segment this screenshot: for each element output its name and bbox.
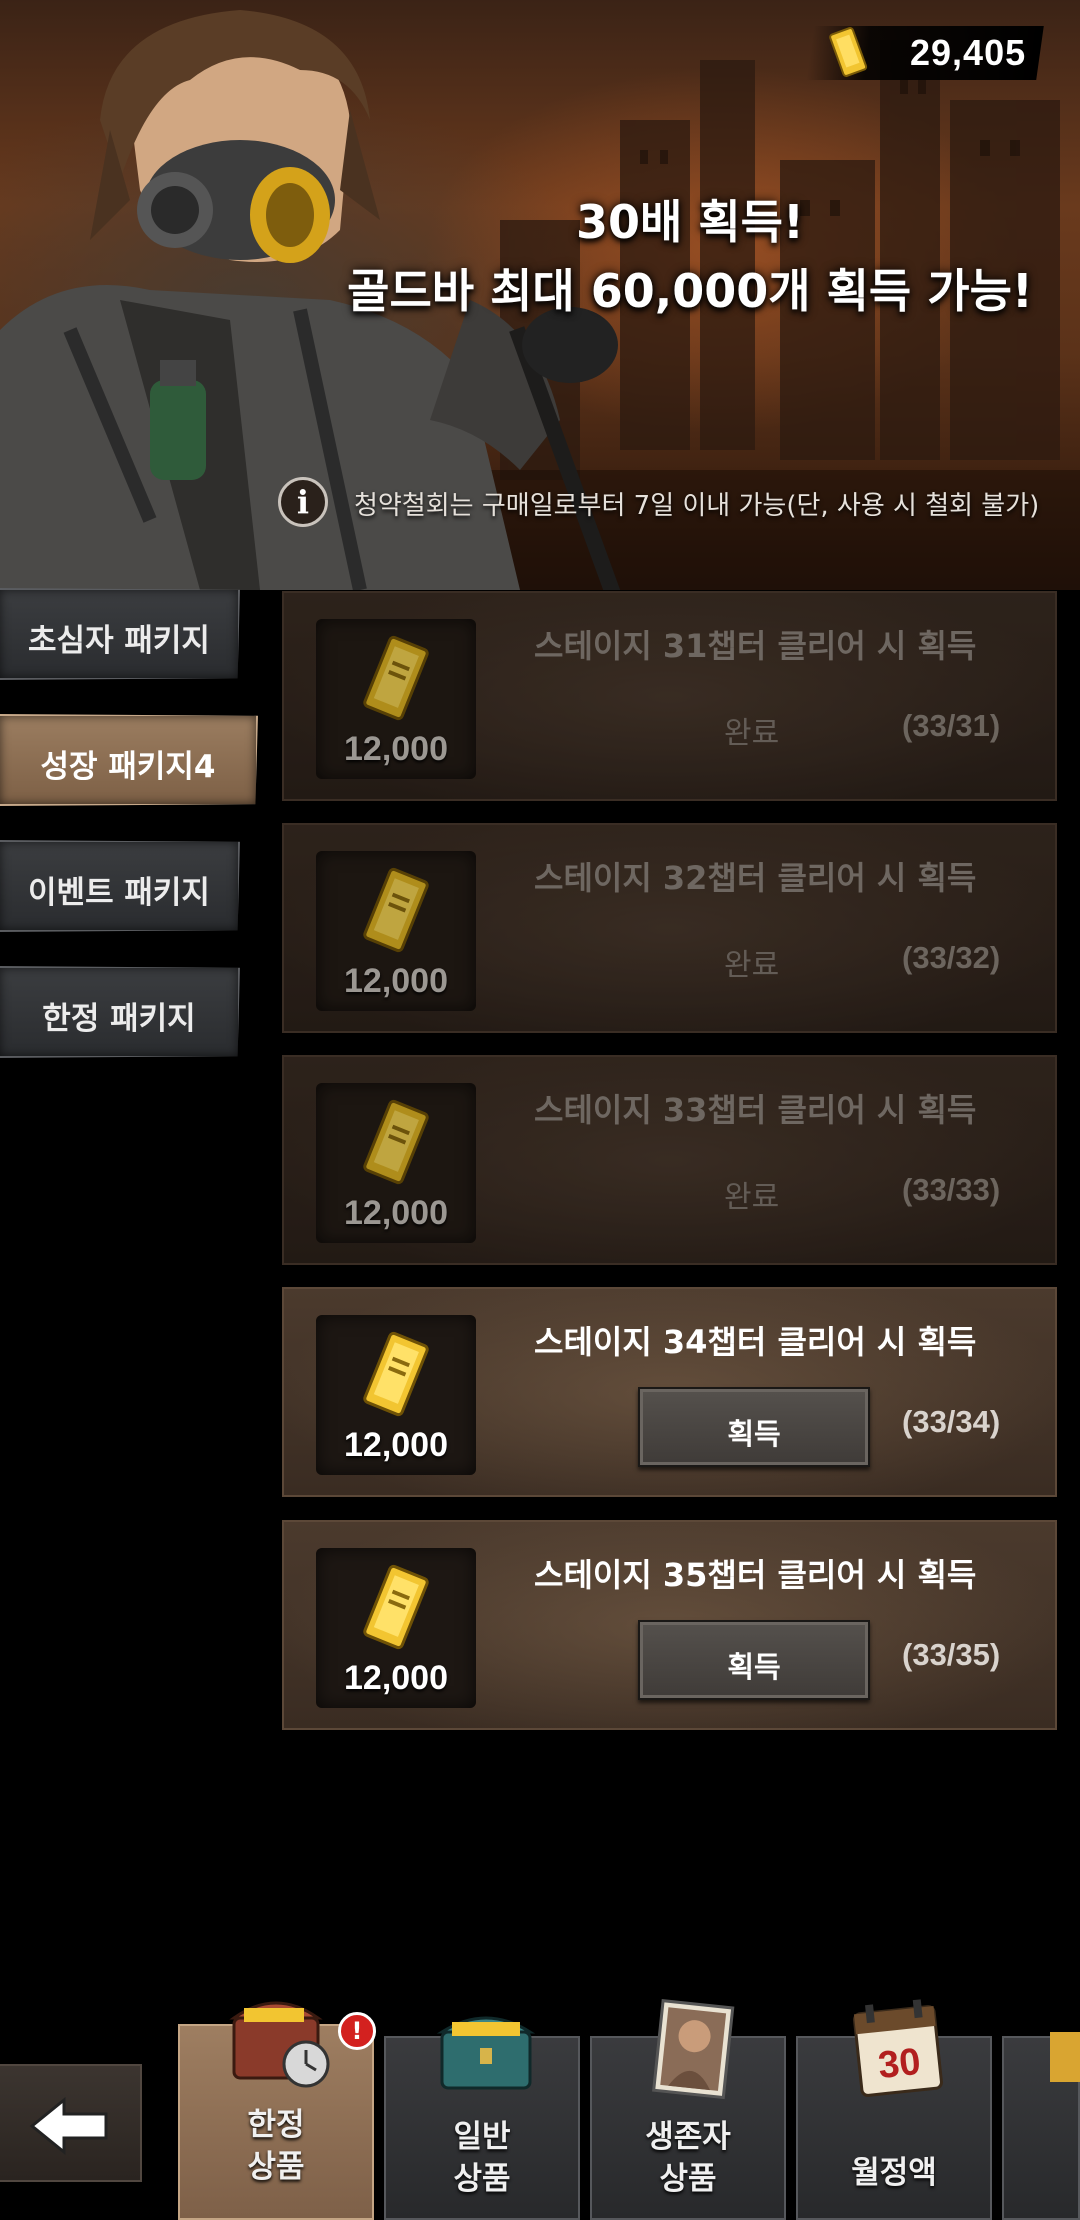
chest-icon (436, 2016, 536, 2090)
reward-progress: (33/35) (902, 1637, 1001, 1672)
reward-row: 12,000 스테이지 33챕터 클리어 시 획득 완료 (33/33) (282, 1055, 1057, 1265)
reward-row: 12,000 스테이지 32챕터 클리어 시 획득 완료 (33/32) (282, 823, 1057, 1033)
reward-row: 12,000 스테이지 31챕터 클리어 시 획득 완료 (33/31) (282, 591, 1057, 801)
nav-tab-label: 생존자 상품 (645, 2119, 731, 2197)
nav-tab-monthly-pass[interactable]: 30 월정액 (796, 1999, 992, 2220)
reward-item-tile: 12,000 (316, 1548, 476, 1708)
category-tab-growth[interactable]: 성장 패키지4 (0, 714, 258, 806)
reward-amount: 12,000 (344, 730, 448, 768)
partial-reward-icon (1050, 2032, 1080, 2082)
category-tab-event[interactable]: 이벤트 패키지 (0, 840, 240, 932)
back-arrow-icon (29, 2096, 108, 2156)
reward-row: 12,000 스테이지 34챕터 클리어 시 획득 획득 (33/34) (282, 1287, 1057, 1497)
svg-text:30: 30 (876, 2041, 922, 2087)
nav-tab-label: 한정 상품 (247, 2107, 305, 2185)
category-tab-beginner[interactable]: 초심자 패키지 (0, 588, 240, 680)
gold-balance-value: 29,405 (909, 32, 1026, 73)
claim-button-label: 획득 (727, 1417, 781, 1451)
category-tab-label: 한정 패키지 (42, 1001, 196, 1037)
calendar-30-icon: 30 (853, 1999, 943, 2097)
nav-tab-limited-goods[interactable]: ! 한정 상품 (178, 2001, 376, 2220)
info-icon[interactable]: i (278, 477, 328, 527)
promo-headline: 30배 획득! (576, 195, 804, 249)
category-tab-label: 초심자 패키지 (28, 623, 210, 659)
reward-amount: 12,000 (344, 1194, 448, 1232)
gold-bar-icon (363, 635, 429, 721)
reward-progress: (33/31) (902, 708, 1001, 743)
reward-title: 스테이지 32챕터 클리어 시 획득 (534, 859, 977, 897)
reward-item-tile: 12,000 (316, 1083, 476, 1243)
promo-subheadline: 골드바 최대 60,000개 획득 가능! (347, 264, 1033, 318)
claim-button[interactable]: 획득 (638, 1387, 870, 1467)
new-alert-badge: ! (338, 2012, 376, 2050)
reward-progress: (33/32) (902, 940, 1001, 975)
reward-amount: 12,000 (344, 1659, 448, 1697)
reward-title: 스테이지 35챕터 클리어 시 획득 (534, 1556, 977, 1594)
nav-tab-label: 일반 상품 (453, 2119, 511, 2197)
claim-button[interactable]: 획득 (638, 1620, 870, 1700)
reward-row: 12,000 스테이지 35챕터 클리어 시 획득 획득 (33/35) (282, 1520, 1057, 1730)
gold-bar-icon (363, 1564, 429, 1650)
category-tab-limited[interactable]: 한정 패키지 (0, 966, 240, 1058)
reward-progress: (33/34) (902, 1404, 1001, 1439)
reward-status-complete: 완료 (724, 1180, 780, 1215)
gold-bar-icon (829, 27, 868, 77)
reward-item-tile: 12,000 (316, 619, 476, 779)
category-tab-label: 이벤트 패키지 (28, 875, 210, 911)
back-button[interactable] (0, 2064, 142, 2182)
gold-bar-icon (363, 867, 429, 953)
reward-progress: (33/33) (902, 1172, 1001, 1207)
refund-notice: i 청약철회는 구매일로부터 7일 이내 가능(단, 사용 시 철회 불가) (278, 475, 1058, 531)
claim-button-label: 획득 (727, 1650, 781, 1684)
reward-status-complete: 완료 (724, 716, 780, 751)
gold-balance: 29,405 (806, 26, 1044, 80)
nav-tab-survivor-goods[interactable]: 생존자 상품 (590, 1999, 786, 2220)
reward-status-complete: 완료 (724, 948, 780, 983)
promo-banner: 29,405 30배 획득! 골드바 최대 60,000개 획득 가능! i 청… (0, 0, 1080, 590)
reward-amount: 12,000 (344, 1426, 448, 1464)
reward-title: 스테이지 34챕터 클리어 시 획득 (534, 1323, 977, 1361)
reward-item-tile: 12,000 (316, 1315, 476, 1475)
reward-item-tile: 12,000 (316, 851, 476, 1011)
reward-title: 스테이지 31챕터 클리어 시 획득 (534, 627, 977, 665)
nav-tab-label: 월정액 (851, 2155, 937, 2191)
gold-bar-icon (363, 1099, 429, 1185)
chest-clock-icon (229, 2001, 330, 2088)
reward-amount: 12,000 (344, 962, 448, 1000)
category-tab-label: 성장 패키지4 (40, 749, 216, 785)
refund-notice-text: 청약철회는 구매일로부터 7일 이내 가능(단, 사용 시 철회 불가) (354, 491, 1040, 521)
reward-title: 스테이지 33챕터 클리어 시 획득 (534, 1091, 977, 1129)
gold-bar-icon (363, 1331, 429, 1417)
survivor-portrait-icon (652, 1999, 735, 2100)
nav-tab-more[interactable] (1002, 2032, 1080, 2220)
nav-tab-general-goods[interactable]: 일반 상품 (384, 2016, 580, 2220)
